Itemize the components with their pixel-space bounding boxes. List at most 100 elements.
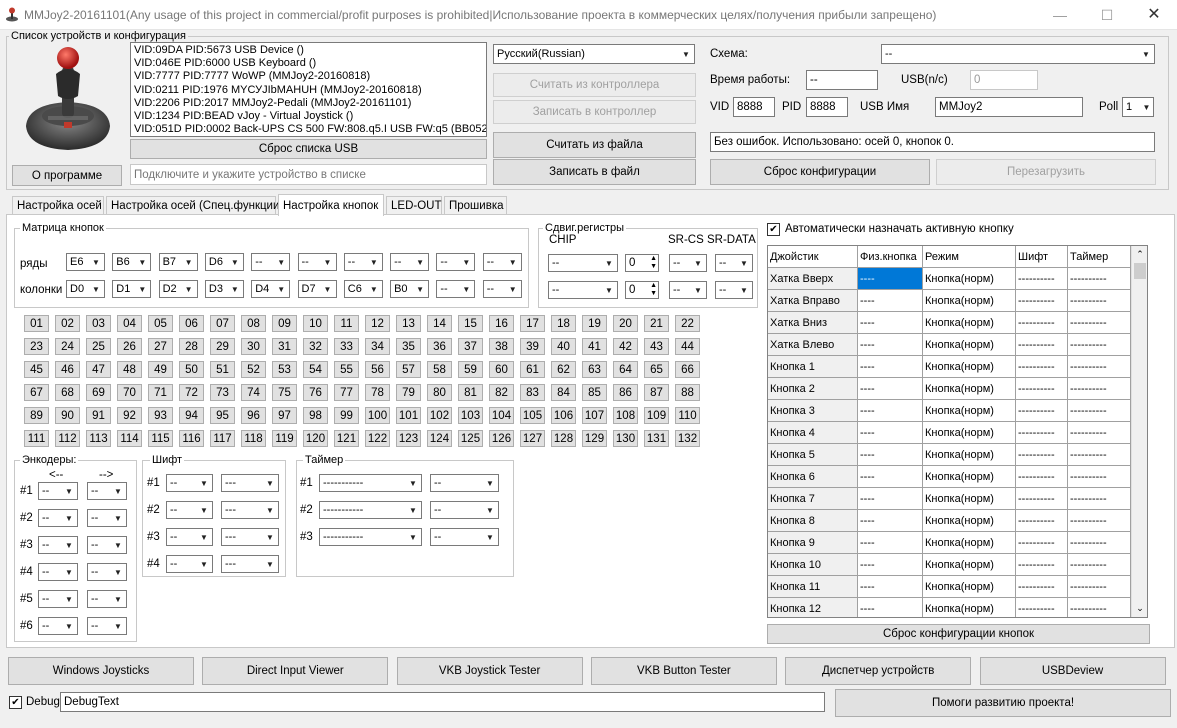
scheme-select[interactable]: -- ▼ <box>881 44 1155 64</box>
shift-a-select[interactable]: -- ▼ <box>166 528 213 546</box>
matrix-row-select[interactable]: E6 ▼ <box>66 253 105 271</box>
about-button[interactable]: О программе <box>12 165 122 186</box>
grid-cell[interactable]: ---------- <box>1016 554 1068 576</box>
grid-cell[interactable]: ---------- <box>1068 334 1131 356</box>
grid-cell[interactable]: ---- <box>858 488 923 510</box>
grid-row-header[interactable]: Кнопка 5 <box>768 444 858 466</box>
grid-cell[interactable]: Кнопка(норм) <box>923 334 1016 356</box>
grid-row-header[interactable]: Кнопка 11 <box>768 576 858 598</box>
encoder-right-select[interactable]: -- ▼ <box>87 563 127 581</box>
sr-data-select[interactable]: -- ▼ <box>715 254 753 272</box>
grid-cell[interactable]: ---------- <box>1068 268 1131 290</box>
grid-cell[interactable]: Кнопка(норм) <box>923 290 1016 312</box>
grid-row-header[interactable]: Кнопка 3 <box>768 400 858 422</box>
bottom-button-0[interactable]: Windows Joysticks <box>8 657 194 685</box>
grid-cell[interactable]: ---------- <box>1068 378 1131 400</box>
grid-header[interactable]: Шифт <box>1016 246 1068 268</box>
grid-cell[interactable]: ---------- <box>1016 444 1068 466</box>
write-controller-button[interactable]: Записать в контроллер <box>493 100 696 124</box>
grid-cell[interactable]: ---- <box>858 268 923 290</box>
matrix-row-select[interactable]: -- ▼ <box>390 253 430 271</box>
grid-cell[interactable]: Кнопка(норм) <box>923 488 1016 510</box>
usb-name-field[interactable]: MMJoy2 <box>935 97 1083 117</box>
debug-checkbox[interactable]: ✔ <box>9 696 22 709</box>
help-project-button[interactable]: Помоги развитию проекта! <box>835 689 1171 717</box>
grid-cell[interactable]: ---------- <box>1068 532 1131 554</box>
spinner-updown-icon[interactable]: ▲ ▼ <box>650 255 657 271</box>
tab-0[interactable]: Настройка осей <box>12 196 104 215</box>
grid-cell[interactable]: Кнопка(норм) <box>923 400 1016 422</box>
grid-cell[interactable]: ---- <box>858 312 923 334</box>
device-list[interactable]: VID:09DA PID:5673 USB Device () VID:046E … <box>130 42 487 137</box>
grid-cell[interactable]: ---- <box>858 532 923 554</box>
grid-cell[interactable]: Кнопка(норм) <box>923 312 1016 334</box>
matrix-row-select[interactable]: D6 ▼ <box>204 253 244 271</box>
button-config-grid[interactable]: Джойстик Физ.кнопка Режим Шифт Таймер Хатка В… <box>767 245 1148 618</box>
vid-field[interactable]: 8888 <box>733 97 775 117</box>
shift-b-select[interactable]: --- ▼ <box>221 501 279 519</box>
shift-b-select[interactable]: --- ▼ <box>221 555 279 573</box>
grid-cell[interactable]: ---- <box>858 444 923 466</box>
shift-a-select[interactable]: -- ▼ <box>166 555 213 573</box>
encoder-right-select[interactable]: -- ▼ <box>87 590 127 608</box>
grid-cell[interactable]: ---- <box>858 466 923 488</box>
grid-row-header[interactable]: Хатка Вниз <box>768 312 858 334</box>
grid-header[interactable]: Режим <box>923 246 1016 268</box>
matrix-row-select[interactable]: -- ▼ <box>436 253 476 271</box>
grid-row-header[interactable]: Кнопка 9 <box>768 532 858 554</box>
grid-header[interactable]: Таймер <box>1068 246 1131 268</box>
grid-row-header[interactable]: Кнопка 7 <box>768 488 858 510</box>
sr-chip-select[interactable]: -- ▼ <box>548 254 618 272</box>
encoder-left-select[interactable]: -- ▼ <box>38 509 78 527</box>
grid-cell[interactable]: Кнопка(норм) <box>923 356 1016 378</box>
sr-cs-select[interactable]: -- ▼ <box>669 254 707 272</box>
grid-row-header[interactable]: Кнопка 12 <box>768 598 858 617</box>
reset-buttons-config-button[interactable]: Сброс конфигурации кнопок <box>767 624 1150 644</box>
grid-header[interactable]: Физ.кнопка <box>858 246 923 268</box>
grid-cell[interactable]: ---------- <box>1068 466 1131 488</box>
grid-cell[interactable]: ---------- <box>1016 422 1068 444</box>
matrix-row-select[interactable]: B6 ▼ <box>112 253 152 271</box>
grid-row-header[interactable]: Кнопка 2 <box>768 378 858 400</box>
grid-cell[interactable]: ---------- <box>1016 488 1068 510</box>
matrix-col-select[interactable]: B0 ▼ <box>390 280 430 298</box>
language-select[interactable]: Русский(Russian) ▼ <box>493 44 695 64</box>
grid-header[interactable]: Джойстик <box>768 246 858 268</box>
matrix-col-select[interactable]: D2 ▼ <box>158 280 198 298</box>
matrix-col-select[interactable]: -- ▼ <box>482 280 522 298</box>
pid-field[interactable]: 8888 <box>806 97 848 117</box>
grid-row-header[interactable]: Хатка Вправо <box>768 290 858 312</box>
grid-cell[interactable]: ---------- <box>1068 598 1131 617</box>
matrix-row-select[interactable]: -- ▼ <box>482 253 522 271</box>
shift-b-select[interactable]: --- ▼ <box>221 528 279 546</box>
timer-b-select[interactable]: -- ▼ <box>430 474 499 492</box>
grid-cell[interactable]: ---------- <box>1068 290 1131 312</box>
device-list-item[interactable]: VID:2206 PID:2017 MMJoy2-Pedali (MMJoy2-… <box>134 97 483 110</box>
grid-cell[interactable]: Кнопка(норм) <box>923 378 1016 400</box>
bottom-button-1[interactable]: Direct Input Viewer <box>202 657 389 685</box>
reboot-button[interactable]: Перезагрузить <box>936 159 1156 185</box>
sr-count-spinner[interactable]: 0 ▲ ▼ <box>625 281 659 299</box>
scroll-up-icon[interactable]: ⌃ <box>1132 246 1147 263</box>
grid-cell[interactable]: ---- <box>858 290 923 312</box>
grid-cell[interactable]: Кнопка(норм) <box>923 510 1016 532</box>
grid-cell[interactable]: ---------- <box>1068 576 1131 598</box>
encoder-left-select[interactable]: -- ▼ <box>38 536 78 554</box>
reset-config-button[interactable]: Сброс конфигурации <box>710 159 930 185</box>
grid-cell[interactable]: ---- <box>858 378 923 400</box>
grid-cell[interactable]: ---------- <box>1068 422 1131 444</box>
scroll-down-icon[interactable]: ⌄ <box>1132 600 1147 617</box>
grid-cell[interactable]: ---- <box>858 576 923 598</box>
tab-1[interactable]: Настройка осей (Спец.функции) <box>106 196 283 215</box>
shift-a-select[interactable]: -- ▼ <box>166 474 213 492</box>
encoder-right-select[interactable]: -- ▼ <box>87 617 127 635</box>
bottom-button-3[interactable]: VKB Button Tester <box>590 657 777 685</box>
grid-row-header[interactable]: Кнопка 10 <box>768 554 858 576</box>
grid-cell[interactable]: ---------- <box>1068 444 1131 466</box>
maximize-button[interactable]: ☐ <box>1084 0 1130 30</box>
grid-cell[interactable]: ---------- <box>1068 312 1131 334</box>
grid-cell[interactable]: ---------- <box>1068 488 1131 510</box>
grid-scrollbar[interactable]: ⌃ ⌄ <box>1131 246 1147 617</box>
close-button[interactable]: ✕ <box>1131 0 1177 30</box>
encoder-right-select[interactable]: -- ▼ <box>87 509 127 527</box>
